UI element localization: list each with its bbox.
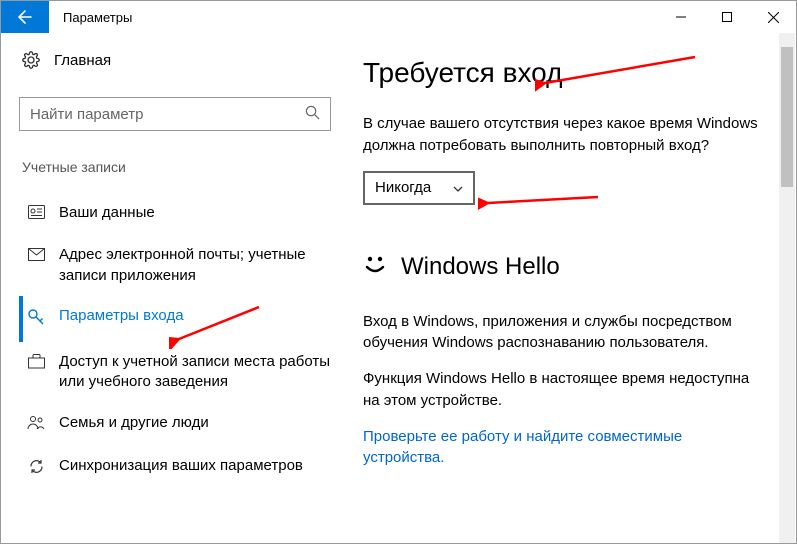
maximize-button[interactable] <box>704 1 750 33</box>
signin-question: В случае вашего отсутствия через какое в… <box>363 113 763 157</box>
signin-title: Требуется вход <box>363 57 772 89</box>
hello-unavailable: Функция Windows Hello в настоящее время … <box>363 368 763 412</box>
dropdown-value: Никогда <box>375 179 453 196</box>
nav-item-work-access[interactable]: Доступ к учетной записи места работы или… <box>19 342 351 403</box>
badge-icon <box>25 205 47 225</box>
smile-icon <box>363 253 387 281</box>
close-icon <box>768 12 779 23</box>
search-icon <box>305 105 320 124</box>
gear-icon <box>22 51 40 69</box>
back-button[interactable] <box>1 1 49 33</box>
window-controls <box>658 1 796 33</box>
people-icon <box>25 415 47 436</box>
arrow-left-icon <box>17 9 33 25</box>
nav-label: Семья и другие люди <box>59 413 209 433</box>
key-icon <box>25 308 47 332</box>
minimize-button[interactable] <box>658 1 704 33</box>
minimize-icon <box>676 12 686 22</box>
content-pane: Требуется вход В случае вашего отсутстви… <box>351 33 796 543</box>
close-button[interactable] <box>750 1 796 33</box>
maximize-icon <box>722 12 732 22</box>
nav-item-email[interactable]: Адрес электронной почты; учетные записи … <box>19 235 351 296</box>
scrollbar-thumb[interactable] <box>781 47 793 187</box>
hello-title: Windows Hello <box>401 253 560 281</box>
home-label: Главная <box>54 52 111 69</box>
nav-label: Ваши данные <box>59 203 155 223</box>
nav-label: Доступ к учетной записи места работы или… <box>59 352 343 393</box>
hello-heading: Windows Hello <box>363 253 772 281</box>
nav-list: Ваши данные Адрес электронной почты; уче… <box>19 193 351 491</box>
signin-timeout-dropdown[interactable]: Никогда <box>363 171 475 205</box>
window-title: Параметры <box>63 10 132 25</box>
nav-item-your-info[interactable]: Ваши данные <box>19 193 351 235</box>
nav-item-family[interactable]: Семья и другие люди <box>19 403 351 446</box>
group-title: Учетные записи <box>19 159 351 175</box>
mail-icon <box>25 247 47 267</box>
hello-description: Вход в Windows, приложения и службы поср… <box>363 311 763 355</box>
nav-label: Параметры входа <box>59 306 184 326</box>
vertical-scrollbar[interactable] <box>779 33 795 543</box>
nav-label: Адрес электронной почты; учетные записи … <box>59 245 343 286</box>
search-placeholder: Найти параметр <box>30 106 305 123</box>
nav-label: Синхронизация ваших параметров <box>59 456 303 476</box>
search-input[interactable]: Найти параметр <box>19 97 331 131</box>
sync-icon <box>25 458 47 481</box>
briefcase-icon <box>25 354 47 375</box>
nav-item-sync[interactable]: Синхронизация ваших параметров <box>19 446 351 491</box>
titlebar: Параметры <box>1 1 796 33</box>
chevron-down-icon <box>453 181 463 195</box>
home-button[interactable]: Главная <box>19 51 351 69</box>
hello-compat-link[interactable]: Проверьте ее работу и найдите совместимы… <box>363 426 763 470</box>
sidebar: Главная Найти параметр Учетные записи Ва… <box>1 33 351 543</box>
nav-item-signin-options[interactable]: Параметры входа <box>19 296 351 342</box>
